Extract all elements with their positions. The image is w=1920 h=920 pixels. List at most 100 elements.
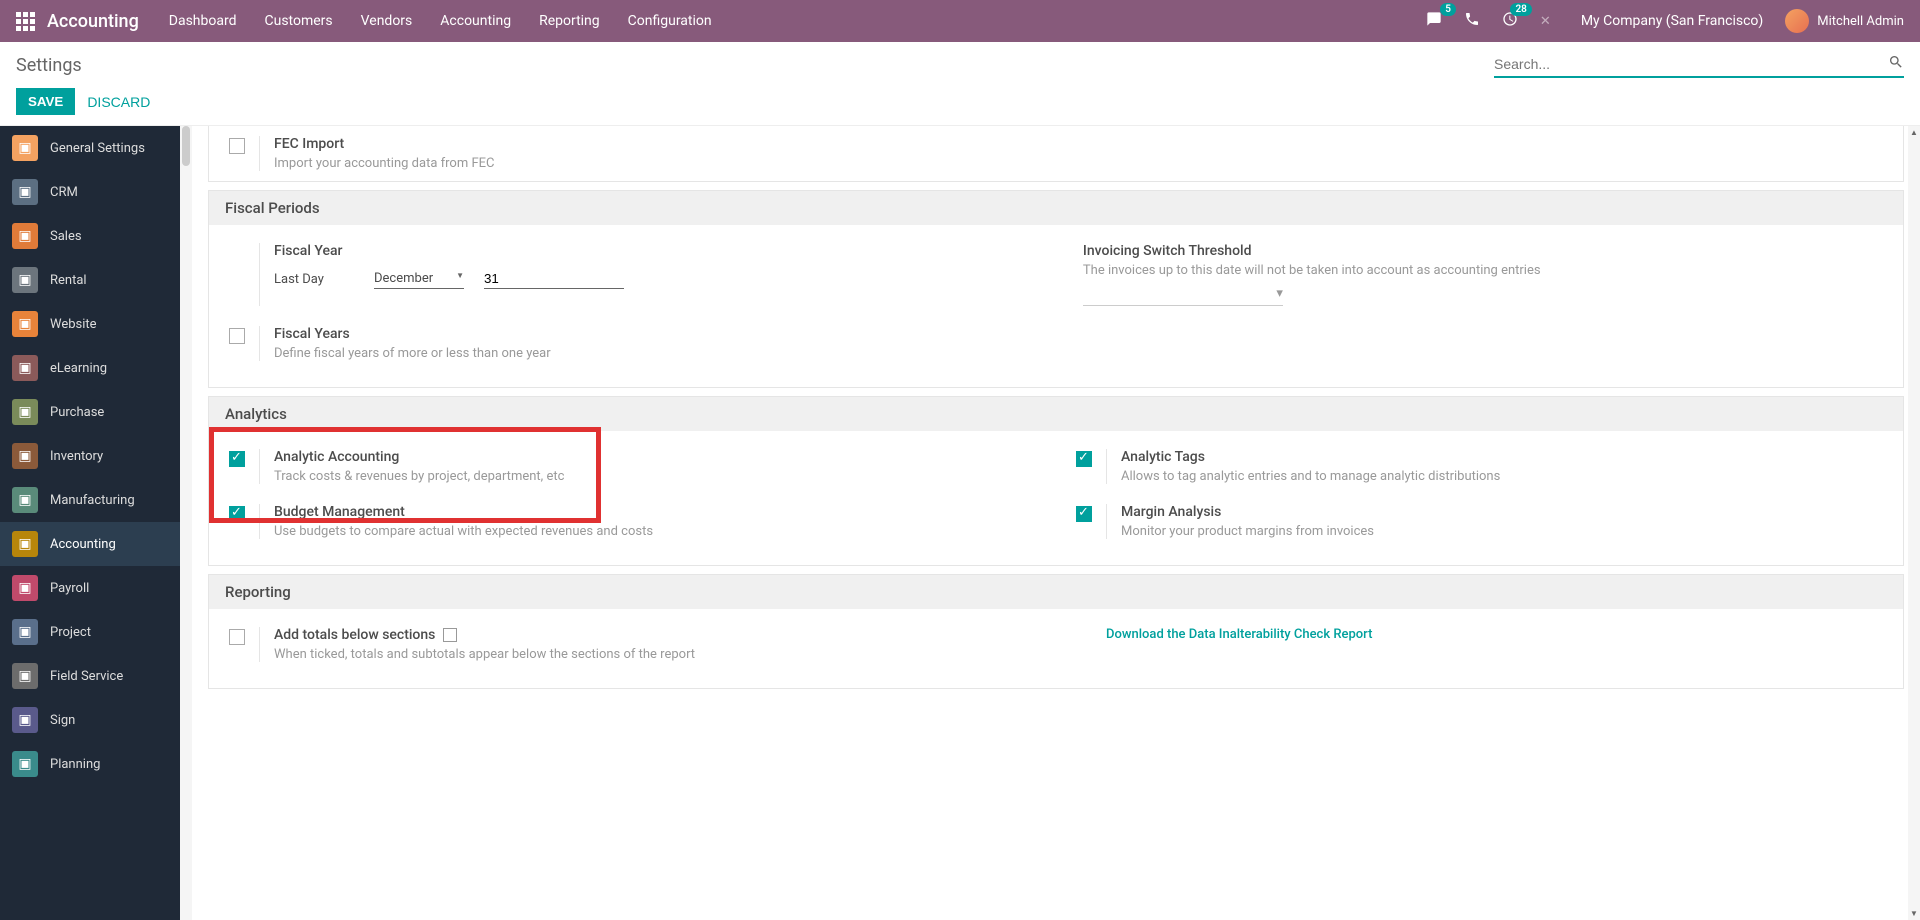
month-select[interactable]: December xyxy=(374,269,464,289)
section-header-fiscal: Fiscal Periods xyxy=(209,191,1903,225)
sidebar-icon: ▣ xyxy=(12,179,38,205)
sidebar-item-sales[interactable]: ▣Sales xyxy=(0,214,180,258)
content-scrollbar[interactable]: ▲ ▼ xyxy=(1908,126,1920,920)
threshold-select[interactable] xyxy=(1083,286,1283,306)
search-input[interactable] xyxy=(1494,52,1888,76)
section-analytics: Analytics Analytic Accounting Track cost… xyxy=(208,396,1904,566)
sidebar-item-label: Rental xyxy=(50,273,87,288)
sidebar-icon: ▣ xyxy=(12,575,38,601)
discard-button[interactable]: DISCARD xyxy=(87,94,150,110)
checkbox-analytic-accounting[interactable] xyxy=(229,451,245,467)
brand[interactable]: Accounting xyxy=(47,11,139,32)
sidebar: ▣General Settings▣CRM▣Sales▣Rental▣Websi… xyxy=(0,126,180,920)
sidebar-item-rental[interactable]: ▣ Rental xyxy=(0,258,180,302)
setting-download-inalterability: Download the Data Inalterability Check R… xyxy=(1056,617,1903,672)
clock-icon[interactable]: 28 xyxy=(1502,11,1518,31)
section-reporting: Reporting Add totals below sections When… xyxy=(208,574,1904,689)
ma-title: Margin Analysis xyxy=(1121,504,1883,520)
search-wrap xyxy=(1494,52,1904,78)
checkbox-fiscal-years[interactable] xyxy=(229,328,245,344)
nav-accounting[interactable]: Accounting xyxy=(440,13,511,29)
sidebar-icon: ▣ xyxy=(12,311,38,337)
scroll-up-icon[interactable]: ▲ xyxy=(1910,128,1918,137)
sidebar-icon: ▣ xyxy=(12,399,38,425)
setting-fiscal-years: Fiscal Years Define fiscal years of more… xyxy=(209,316,1056,371)
sidebar-item-label: Purchase xyxy=(50,405,104,420)
sidebar-item-label: Sign xyxy=(50,713,75,728)
sidebar-item-accounting[interactable]: ▣Accounting xyxy=(0,522,180,566)
section-header-reporting: Reporting xyxy=(209,575,1903,609)
user-menu[interactable]: Mitchell Admin xyxy=(1785,9,1904,33)
fec-desc: Import your accounting data from FEC xyxy=(274,156,1036,171)
checkbox-margin[interactable] xyxy=(1076,506,1092,522)
section-header-analytics: Analytics xyxy=(209,397,1903,431)
sidebar-item-planning[interactable]: ▣Planning xyxy=(0,742,180,786)
nav-vendors[interactable]: Vendors xyxy=(361,13,413,29)
sidebar-scrollbar[interactable] xyxy=(180,126,192,920)
sidebar-item-label: Website xyxy=(50,317,97,332)
sidebar-icon: ▣ xyxy=(12,355,38,381)
checkbox-analytic-tags[interactable] xyxy=(1076,451,1092,467)
fyears-title: Fiscal Years xyxy=(274,326,1036,342)
close-tray-icon[interactable]: ✕ xyxy=(1540,14,1551,29)
phone-icon[interactable] xyxy=(1464,11,1480,31)
sidebar-item-field-service[interactable]: ▣ Field Service xyxy=(0,654,180,698)
chat-badge: 5 xyxy=(1440,3,1456,16)
sidebar-item-label: Field Service xyxy=(50,669,123,684)
sidebar-item-label: Manufacturing xyxy=(50,493,135,508)
nav-reporting[interactable]: Reporting xyxy=(539,13,600,29)
sidebar-icon: ▣ xyxy=(12,663,38,689)
bm-desc: Use budgets to compare actual with expec… xyxy=(274,524,1036,539)
sidebar-item-sign[interactable]: ▣ Sign xyxy=(0,698,180,742)
search-icon[interactable] xyxy=(1888,54,1904,74)
totals-hint-icon xyxy=(443,628,457,642)
clock-badge: 28 xyxy=(1510,3,1531,16)
at-title: Analytic Tags xyxy=(1121,449,1883,465)
fyears-desc: Define fiscal years of more or less than… xyxy=(274,346,1036,361)
ma-desc: Monitor your product margins from invoic… xyxy=(1121,524,1883,539)
sidebar-item-label: Inventory xyxy=(50,449,103,464)
apps-icon[interactable] xyxy=(16,12,35,31)
sidebar-item-payroll[interactable]: ▣Payroll xyxy=(0,566,180,610)
user-name: Mitchell Admin xyxy=(1817,14,1904,29)
setting-fec-import: FEC Import Import your accounting data f… xyxy=(209,126,1056,181)
sidebar-item-label: CRM xyxy=(50,185,78,200)
chat-icon[interactable]: 5 xyxy=(1426,11,1442,31)
totals-desc: When ticked, totals and subtotals appear… xyxy=(274,647,1036,662)
sidebar-item-label: Planning xyxy=(50,757,100,772)
day-input[interactable] xyxy=(484,269,624,289)
sidebar-item-project[interactable]: ▣Project xyxy=(0,610,180,654)
checkbox-budget[interactable] xyxy=(229,506,245,522)
bm-title: Budget Management xyxy=(274,504,1036,520)
nav-dashboard[interactable]: Dashboard xyxy=(169,13,237,29)
sidebar-item-purchase[interactable]: ▣ Purchase xyxy=(0,390,180,434)
setting-analytic-accounting: Analytic Accounting Track costs & revenu… xyxy=(209,439,1056,494)
threshold-desc: The invoices up to this date will not be… xyxy=(1083,263,1883,278)
nav-configuration[interactable]: Configuration xyxy=(628,13,712,29)
checkbox-fec[interactable] xyxy=(229,138,245,154)
header: Settings SAVE DISCARD xyxy=(0,42,1920,126)
threshold-title: Invoicing Switch Threshold xyxy=(1083,243,1883,259)
nav-customers[interactable]: Customers xyxy=(265,13,333,29)
section-fiscal: Fiscal Periods Fiscal Year Last Day Dece… xyxy=(208,190,1904,388)
sidebar-icon: ▣ xyxy=(12,267,38,293)
aa-desc: Track costs & revenues by project, depar… xyxy=(274,469,1036,484)
setting-margin-analysis: Margin Analysis Monitor your product mar… xyxy=(1056,494,1903,549)
sidebar-item-website[interactable]: ▣ Website xyxy=(0,302,180,346)
setting-budget-management: Budget Management Use budgets to compare… xyxy=(209,494,1056,549)
sidebar-icon: ▣ xyxy=(12,443,38,469)
sidebar-item-crm[interactable]: ▣ CRM xyxy=(0,170,180,214)
download-inalterability-link[interactable]: Download the Data Inalterability Check R… xyxy=(1106,627,1372,642)
sidebar-item-label: Accounting xyxy=(50,537,116,552)
sidebar-item-label: General Settings xyxy=(50,141,145,156)
sidebar-item-manufacturing[interactable]: ▣Manufacturing xyxy=(0,478,180,522)
fec-title: FEC Import xyxy=(274,136,1036,152)
sidebar-icon: ▣ xyxy=(12,707,38,733)
sidebar-item-label: eLearning xyxy=(50,361,107,376)
sidebar-item-general-settings[interactable]: ▣General Settings xyxy=(0,126,180,170)
sidebar-item-inventory[interactable]: ▣ Inventory xyxy=(0,434,180,478)
company-selector[interactable]: My Company (San Francisco) xyxy=(1581,13,1763,29)
checkbox-totals[interactable] xyxy=(229,629,245,645)
save-button[interactable]: SAVE xyxy=(16,88,75,115)
sidebar-item-elearning[interactable]: ▣ eLearning xyxy=(0,346,180,390)
